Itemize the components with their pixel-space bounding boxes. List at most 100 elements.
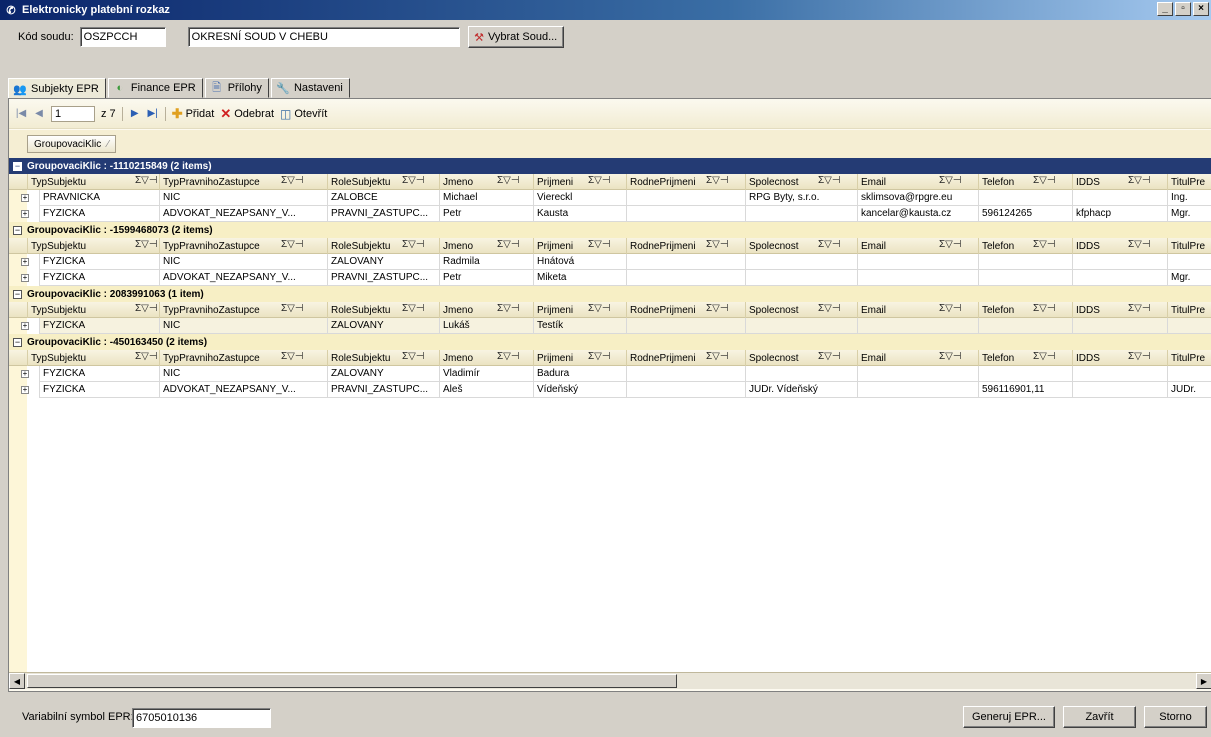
column-tools-icon[interactable]: Σ▽⊣ [402, 175, 425, 186]
column-tools-icon[interactable]: Σ▽⊣ [1128, 239, 1151, 250]
table-cell[interactable]: FYZICKA [39, 254, 159, 270]
table-cell[interactable] [1072, 254, 1167, 270]
column-tools-icon[interactable]: Σ▽⊣ [497, 175, 520, 186]
expand-row-icon[interactable]: + [21, 274, 29, 282]
column-tools-icon[interactable]: Σ▽⊣ [281, 351, 304, 362]
column-tools-icon[interactable]: Σ▽⊣ [135, 239, 158, 250]
table-cell[interactable]: Kausta [533, 206, 626, 222]
expand-row-icon[interactable]: + [21, 258, 29, 266]
column-header[interactable]: TitulPre [1167, 174, 1211, 190]
table-cell[interactable]: RPG Byty, s.r.o. [745, 190, 857, 206]
column-tools-icon[interactable]: Σ▽⊣ [706, 175, 729, 186]
tab-subjekty-epr[interactable]: 👥 Subjekty EPR [8, 78, 106, 99]
table-cell[interactable] [745, 366, 857, 382]
column-tools-icon[interactable]: Σ▽⊣ [497, 351, 520, 362]
column-tools-icon[interactable]: Σ▽⊣ [281, 175, 304, 186]
variable-symbol-field[interactable]: 6705010136 [132, 708, 271, 728]
table-cell[interactable]: ADVOKAT_NEZAPSANY_V... [159, 206, 327, 222]
table-cell[interactable]: Vladimír [439, 366, 533, 382]
table-cell[interactable]: PRAVNI_ZASTUPC... [327, 382, 439, 398]
add-button[interactable]: ✚ Přidat [172, 106, 215, 122]
column-header[interactable]: IDDS [1072, 238, 1167, 254]
collapse-icon[interactable]: − [13, 337, 22, 347]
column-header[interactable]: IDDS [1072, 350, 1167, 366]
column-tools-icon[interactable]: Σ▽⊣ [706, 351, 729, 362]
table-row[interactable]: + FYZICKA ADVOKAT_NEZAPSANY_V... PRAVNI_ZAS… [9, 382, 1211, 398]
remove-button[interactable]: ✕ Odebrat [220, 106, 274, 122]
table-cell[interactable]: NIC [159, 318, 327, 334]
column-tools-icon[interactable]: Σ▽⊣ [818, 351, 841, 362]
minimize-button[interactable]: _ [1157, 2, 1173, 16]
scroll-left-button[interactable]: ◀ [9, 673, 25, 689]
table-cell[interactable]: kfphacp [1072, 206, 1167, 222]
table-cell[interactable]: Vídeňský [533, 382, 626, 398]
table-cell[interactable] [745, 270, 857, 286]
column-tools-icon[interactable]: Σ▽⊣ [939, 351, 962, 362]
table-row[interactable]: + FYZICKA ADVOKAT_NEZAPSANY_V... PRAVNI_ZAS… [9, 206, 1211, 222]
column-header[interactable]: IDDS [1072, 174, 1167, 190]
column-tools-icon[interactable]: Σ▽⊣ [939, 175, 962, 186]
table-cell[interactable]: PRAVNICKA [39, 190, 159, 206]
table-row[interactable]: + FYZICKA NIC ZALOVANY Vladimír Badura [9, 366, 1211, 382]
table-cell[interactable]: Miketa [533, 270, 626, 286]
table-row[interactable]: + FYZICKA ADVOKAT_NEZAPSANY_V... PRAVNI_ZAS… [9, 270, 1211, 286]
table-cell[interactable] [978, 270, 1072, 286]
table-cell[interactable] [626, 190, 745, 206]
table-cell[interactable]: JUDr. [1167, 382, 1211, 398]
column-tools-icon[interactable]: Σ▽⊣ [588, 303, 611, 314]
column-header[interactable]: Prijmeni [533, 174, 626, 190]
column-tools-icon[interactable]: Σ▽⊣ [1033, 303, 1056, 314]
horizontal-scrollbar[interactable]: ◀ ▶ [9, 672, 1211, 689]
table-cell[interactable]: FYZICKA [39, 206, 159, 222]
table-cell[interactable] [1072, 318, 1167, 334]
tab-prilohy[interactable]: 🗎 Přílohy [204, 78, 269, 98]
column-tools-icon[interactable]: Σ▽⊣ [497, 239, 520, 250]
table-cell[interactable] [1167, 254, 1211, 270]
next-record-icon[interactable]: ▶ [129, 108, 141, 119]
table-cell[interactable]: PRAVNI_ZASTUPC... [327, 206, 439, 222]
column-header[interactable]: Telefon [978, 174, 1072, 190]
table-cell[interactable] [626, 318, 745, 334]
column-tools-icon[interactable]: Σ▽⊣ [939, 239, 962, 250]
collapse-icon[interactable]: − [13, 161, 22, 171]
table-cell[interactable] [745, 254, 857, 270]
column-tools-icon[interactable]: Σ▽⊣ [1033, 175, 1056, 186]
column-tools-icon[interactable]: Σ▽⊣ [939, 303, 962, 314]
table-cell[interactable]: sklimsova@rpgre.eu [857, 190, 978, 206]
table-cell[interactable] [626, 254, 745, 270]
table-cell[interactable]: Petr [439, 270, 533, 286]
column-tools-icon[interactable]: Σ▽⊣ [706, 303, 729, 314]
table-cell[interactable]: Radmila [439, 254, 533, 270]
column-tools-icon[interactable]: Σ▽⊣ [1033, 239, 1056, 250]
table-cell[interactable]: PRAVNI_ZASTUPC... [327, 270, 439, 286]
expand-row-icon[interactable]: + [21, 210, 29, 218]
table-cell[interactable] [626, 382, 745, 398]
group-by-chip[interactable]: GroupovaciKlic ⁄ [27, 135, 116, 153]
table-row[interactable]: + FYZICKA NIC ZALOVANY Radmila Hnátová [9, 254, 1211, 270]
expand-row-icon[interactable]: + [21, 194, 29, 202]
table-cell[interactable] [1072, 366, 1167, 382]
table-cell[interactable]: NIC [159, 366, 327, 382]
table-cell[interactable] [857, 318, 978, 334]
table-cell[interactable]: ZALOVANY [327, 254, 439, 270]
table-cell[interactable]: Petr [439, 206, 533, 222]
table-cell[interactable] [1072, 270, 1167, 286]
column-tools-icon[interactable]: Σ▽⊣ [588, 175, 611, 186]
group-header-row[interactable]: − GroupovaciKlic : -1599468073 (2 items) [9, 222, 1211, 238]
table-cell[interactable]: FYZICKA [39, 366, 159, 382]
group-header-row[interactable]: − GroupovaciKlic : 2083991063 (1 item) [9, 286, 1211, 302]
column-header[interactable]: Telefon [978, 350, 1072, 366]
select-court-button[interactable]: ⚒ Vybrat Soud... [467, 26, 564, 48]
table-cell[interactable] [857, 366, 978, 382]
table-row[interactable]: + PRAVNICKA NIC ZALOBCE Michael Viereckl RPG B… [9, 190, 1211, 206]
table-cell[interactable] [1167, 318, 1211, 334]
column-header[interactable]: Prijmeni [533, 350, 626, 366]
table-cell[interactable] [1072, 190, 1167, 206]
scroll-right-button[interactable]: ▶ [1196, 673, 1211, 689]
column-header[interactable]: Prijmeni [533, 302, 626, 318]
column-tools-icon[interactable]: Σ▽⊣ [135, 303, 158, 314]
previous-record-icon[interactable]: ◀ [33, 108, 45, 119]
maximize-button[interactable]: ▫ [1175, 2, 1191, 16]
table-cell[interactable]: Michael [439, 190, 533, 206]
table-cell[interactable]: NIC [159, 254, 327, 270]
